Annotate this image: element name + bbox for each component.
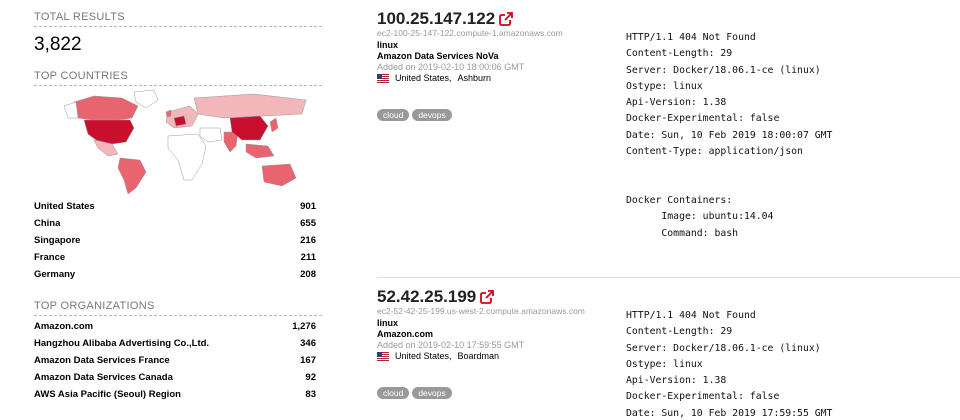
org-row[interactable]: Amazon.com 1,276 <box>34 318 316 335</box>
org-count: 83 <box>305 389 316 400</box>
top-organizations-title: TOP ORGANIZATIONS <box>34 300 322 316</box>
map-south-america[interactable] <box>117 157 147 195</box>
external-link-icon[interactable] <box>480 290 495 304</box>
map-uk[interactable] <box>165 109 172 118</box>
map-southeast-asia[interactable] <box>245 143 275 159</box>
us-flag-icon <box>377 73 389 83</box>
country-row-singapore[interactable]: Singapore 216 <box>34 232 316 249</box>
country-name[interactable]: China <box>34 218 60 229</box>
tag-cloud[interactable]: cloud <box>377 109 410 121</box>
result-country[interactable]: United States, <box>395 73 452 83</box>
result-added-date: Added on 2019-02-10 17:59:55 GMT <box>377 340 525 350</box>
map-usa[interactable] <box>83 119 135 145</box>
result-hostname: ec2-100-25-147-122.compute-1.amazonaws.c… <box>377 28 563 38</box>
result-city: Boardman <box>457 351 500 361</box>
us-flag-icon <box>377 351 389 361</box>
org-count: 92 <box>305 372 316 383</box>
org-name[interactable]: Amazon Data Services Canada <box>34 372 173 383</box>
org-count: 346 <box>300 338 316 349</box>
map-alaska[interactable] <box>63 101 79 119</box>
result-org[interactable]: Amazon Data Services NoVa <box>377 51 499 61</box>
country-name[interactable]: Germany <box>34 269 75 280</box>
org-row[interactable]: Amazon Data Services France 167 <box>34 352 316 369</box>
top-countries-title: TOP COUNTRIES <box>34 70 322 86</box>
country-name[interactable]: Singapore <box>34 235 80 246</box>
map-japan-korea[interactable] <box>269 117 279 133</box>
tag-devops[interactable]: devops <box>412 109 452 121</box>
result-os: linux <box>377 318 399 328</box>
org-name[interactable]: Amazon.com <box>34 321 93 332</box>
result-divider <box>377 277 960 278</box>
result-location: United States, Ashburn <box>377 73 491 83</box>
result-os: linux <box>377 40 399 50</box>
country-row-united-states[interactable]: United States 901 <box>34 198 316 215</box>
result-city: Ashburn <box>457 73 492 83</box>
result-tags: cloud devops <box>377 109 452 121</box>
result-location: United States, Boardman <box>377 351 499 361</box>
map-france-germany[interactable] <box>173 115 187 127</box>
result-added-date: Added on 2019-02-10 18:00:06 GMT <box>377 62 525 72</box>
top-countries-list: United States 901 China 655 Singapore 21… <box>34 198 316 283</box>
result-ip-link[interactable]: 52.42.25.199 <box>377 287 476 307</box>
org-count: 1,276 <box>292 321 316 332</box>
result-tags: cloud devops <box>377 387 452 399</box>
total-results-title: TOTAL RESULTS <box>34 11 322 27</box>
country-row-france[interactable]: France 211 <box>34 249 316 266</box>
map-africa[interactable] <box>167 133 207 181</box>
result-ip-line: 100.25.147.122 <box>377 9 514 29</box>
tag-devops[interactable]: devops <box>412 387 452 399</box>
country-count: 208 <box>300 269 316 280</box>
tag-cloud[interactable]: cloud <box>377 387 410 399</box>
map-middle-east[interactable] <box>199 127 223 143</box>
country-name[interactable]: France <box>34 252 65 263</box>
result-ip-link[interactable]: 100.25.147.122 <box>377 9 495 29</box>
country-row-china[interactable]: China 655 <box>34 215 316 232</box>
country-count: 655 <box>300 218 316 229</box>
result-org[interactable]: Amazon.com <box>377 329 433 339</box>
result-banner: HTTP/1.1 404 Not Found Content-Length: 2… <box>626 32 833 239</box>
country-count: 216 <box>300 235 316 246</box>
org-row[interactable]: Hangzhou Alibaba Advertising Co.,Ltd. 34… <box>34 335 316 352</box>
map-canada[interactable] <box>73 95 139 121</box>
result-hostname: ec2-52-42-25-199.us-west-2.compute.amazo… <box>377 306 585 316</box>
org-row[interactable]: AWS Asia Pacific (Seoul) Region 83 <box>34 386 316 403</box>
result-country[interactable]: United States, <box>395 351 452 361</box>
country-name[interactable]: United States <box>34 201 95 212</box>
country-count: 211 <box>300 252 316 263</box>
result-banner: HTTP/1.1 404 Not Found Content-Length: 2… <box>626 310 833 419</box>
map-russia[interactable] <box>193 93 307 119</box>
org-name[interactable]: Hangzhou Alibaba Advertising Co.,Ltd. <box>34 338 209 349</box>
org-row[interactable]: Amazon Data Services Canada 92 <box>34 369 316 386</box>
org-name[interactable]: AWS Asia Pacific (Seoul) Region <box>34 389 181 400</box>
result-ip-line: 52.42.25.199 <box>377 287 495 307</box>
world-map[interactable] <box>34 88 320 198</box>
country-row-germany[interactable]: Germany 208 <box>34 266 316 283</box>
org-name[interactable]: Amazon Data Services France <box>34 355 170 366</box>
external-link-icon[interactable] <box>499 12 514 26</box>
top-organizations-list: Amazon.com 1,276 Hangzhou Alibaba Advert… <box>34 318 316 403</box>
map-australia[interactable] <box>261 163 297 187</box>
country-count: 901 <box>300 201 316 212</box>
total-results-value: 3,822 <box>34 34 82 55</box>
map-greenland[interactable] <box>133 89 159 109</box>
org-count: 167 <box>300 355 316 366</box>
